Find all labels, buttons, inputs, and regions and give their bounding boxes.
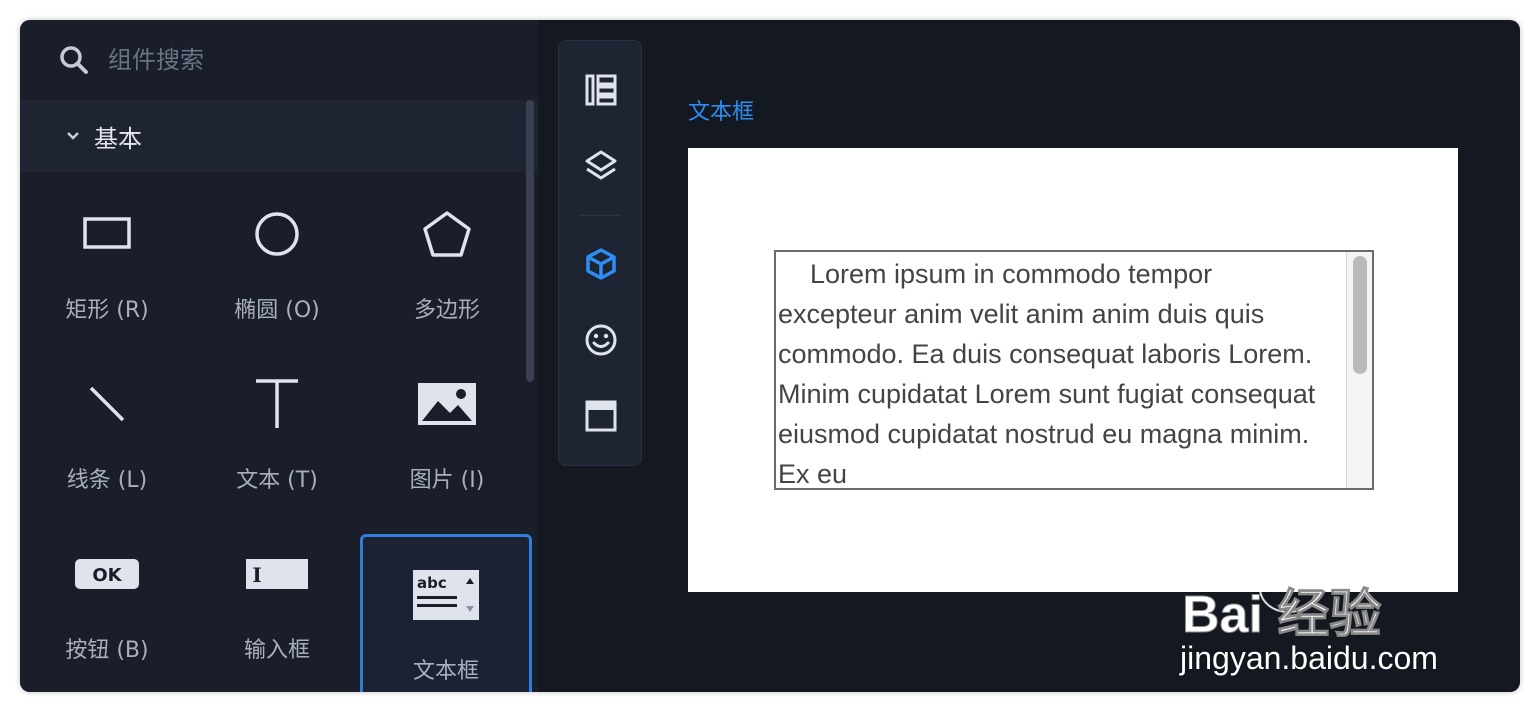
chevron-down-icon: [67, 132, 79, 140]
layers-icon: [585, 150, 617, 180]
component-label: 输入框: [243, 638, 310, 663]
ellipse-icon: [255, 212, 299, 256]
line-icon: [89, 386, 125, 422]
side-toolbar: [558, 40, 642, 466]
outline-tree-icon: [585, 74, 617, 106]
component-label: 椭圆 (O): [234, 298, 320, 323]
component-label: 文本框: [412, 659, 479, 684]
textarea-scroll-thumb[interactable]: [1353, 256, 1367, 374]
smiley-icon: [585, 324, 617, 356]
component-label: 线条 (L): [66, 468, 148, 493]
component-search-bar: [20, 20, 538, 100]
component-panel: 基本 矩形 (R) 椭圆 (O): [20, 20, 538, 692]
svg-text:I: I: [252, 563, 261, 587]
component-textarea[interactable]: abc 文本框: [360, 534, 532, 692]
textarea-icon-text: abc: [417, 574, 447, 592]
component-rectangle[interactable]: 矩形 (R): [22, 172, 192, 342]
component-label: 文本 (T): [236, 468, 318, 493]
textarea-content[interactable]: Lorem ipsum in commodo tempor excepteur …: [778, 254, 1330, 488]
component-search-input[interactable]: [108, 46, 488, 74]
component-button[interactable]: OK 按钮 (B): [22, 512, 192, 682]
master-panel-icon: [585, 400, 617, 432]
tool-layers[interactable]: [580, 145, 622, 187]
textarea-scrollbar[interactable]: [1346, 252, 1372, 488]
watermark-url: jingyan.baidu.com: [1180, 640, 1438, 676]
section-basic-header[interactable]: 基本: [20, 100, 538, 172]
component-label: 按钮 (B): [65, 638, 149, 663]
textarea-widget[interactable]: Lorem ipsum in commodo tempor excepteur …: [774, 250, 1374, 490]
button-icon: OK: [75, 559, 139, 589]
component-text[interactable]: 文本 (T): [192, 342, 362, 512]
text-icon: [256, 379, 298, 428]
canvas-widget-title: 文本框: [688, 100, 755, 125]
toolbar-divider: [579, 215, 621, 216]
component-label: 矩形 (R): [65, 298, 149, 323]
design-canvas[interactable]: Lorem ipsum in commodo tempor excepteur …: [688, 148, 1458, 592]
tool-masters[interactable]: [580, 395, 622, 437]
section-title: 基本: [94, 124, 142, 153]
component-line[interactable]: 线条 (L): [22, 342, 192, 512]
tool-components[interactable]: [580, 243, 622, 285]
rectangle-icon: [83, 217, 131, 249]
polygon-icon: [423, 211, 471, 257]
search-icon: [60, 46, 88, 74]
component-label: 多边形: [413, 298, 480, 323]
component-label: 图片 (I): [409, 468, 485, 493]
component-grid: 矩形 (R) 椭圆 (O) 多边形 线条 (L) 文本 (T) 图片 (I) O…: [20, 172, 538, 692]
component-image[interactable]: 图片 (I): [362, 342, 532, 512]
button-icon-text: OK: [92, 565, 122, 586]
tool-icons[interactable]: [580, 319, 622, 361]
components-cube-icon: [586, 248, 616, 280]
component-polygon[interactable]: 多边形: [362, 172, 532, 342]
watermark-brand: Bai 经验: [1182, 586, 1381, 644]
component-ellipse[interactable]: 椭圆 (O): [192, 172, 362, 342]
component-input[interactable]: I 输入框: [192, 512, 362, 682]
input-icon: I: [246, 559, 308, 589]
tool-outline[interactable]: [580, 69, 622, 111]
image-icon: [418, 383, 476, 425]
textarea-icon: abc: [413, 570, 479, 620]
